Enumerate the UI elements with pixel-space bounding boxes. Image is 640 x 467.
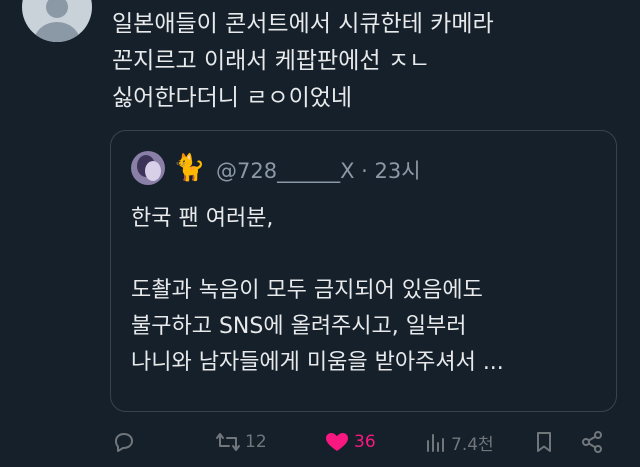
- avatar-shoulders: [34, 22, 80, 42]
- quoted-avatar[interactable]: [131, 151, 165, 185]
- share-icon: [582, 431, 602, 453]
- like-button[interactable]: 36: [324, 430, 376, 454]
- quoted-handle[interactable]: @728______X: [216, 159, 354, 183]
- heart-filled-icon: [326, 433, 348, 451]
- views-chart-icon: [427, 433, 444, 452]
- quoted-tweet[interactable]: 🐈 @728______X · 23시 한국 팬 여러분, 도촬과 녹음이 모두…: [110, 130, 617, 412]
- action-bar: 12 36 7.4천: [0, 425, 640, 459]
- bookmark-button[interactable]: [533, 430, 555, 454]
- share-button[interactable]: [580, 430, 604, 454]
- quoted-line: 한국 팬 여러분,: [131, 206, 274, 231]
- quoted-line: 도촬과 녹음이 모두 금지되어 있음에도: [131, 278, 483, 303]
- quoted-body: 한국 팬 여러분, 도촬과 녹음이 모두 금지되어 있음에도 불구하고 SNS에…: [131, 201, 601, 381]
- views-count: 7.4천: [451, 435, 494, 455]
- quoted-line: [131, 237, 601, 273]
- author-name-partial[interactable]: · · · ·: [112, 0, 141, 5]
- views-button[interactable]: 7.4천: [425, 430, 494, 455]
- cat-emoji-icon: 🐈: [173, 153, 206, 183]
- retweet-icon: [216, 433, 240, 451]
- retweet-count: 12: [245, 432, 267, 452]
- author-avatar[interactable]: [22, 0, 92, 42]
- reply-icon: [115, 433, 133, 452]
- avatar-shape: [145, 161, 161, 181]
- reply-button[interactable]: [112, 430, 136, 454]
- tweet-line: 일본애들이 콘서트에서 시큐한테 카메라: [112, 11, 494, 37]
- quoted-handle-time[interactable]: @728______X · 23시: [216, 155, 421, 185]
- quoted-time: · 23시: [361, 159, 421, 183]
- avatar-head: [46, 0, 68, 18]
- bookmark-icon: [537, 432, 551, 452]
- quoted-line: 나니와 남자들에게 미움을 받아주셔서 ...: [131, 350, 504, 375]
- tweet-text: 일본애들이 콘서트에서 시큐한테 카메라 꼰지르고 이래서 케팝판에선 ㅈㄴ 싫…: [112, 6, 617, 117]
- like-count: 36: [354, 432, 376, 452]
- tweet-line: 꼰지르고 이래서 케팝판에선 ㅈㄴ: [112, 48, 431, 74]
- quoted-line: 불구하고 SNS에 올려주시고, 일부러: [131, 314, 467, 339]
- tweet-line: 싫어한다더니 ㄹㅇ이었네: [112, 85, 353, 111]
- retweet-button[interactable]: 12: [215, 430, 267, 454]
